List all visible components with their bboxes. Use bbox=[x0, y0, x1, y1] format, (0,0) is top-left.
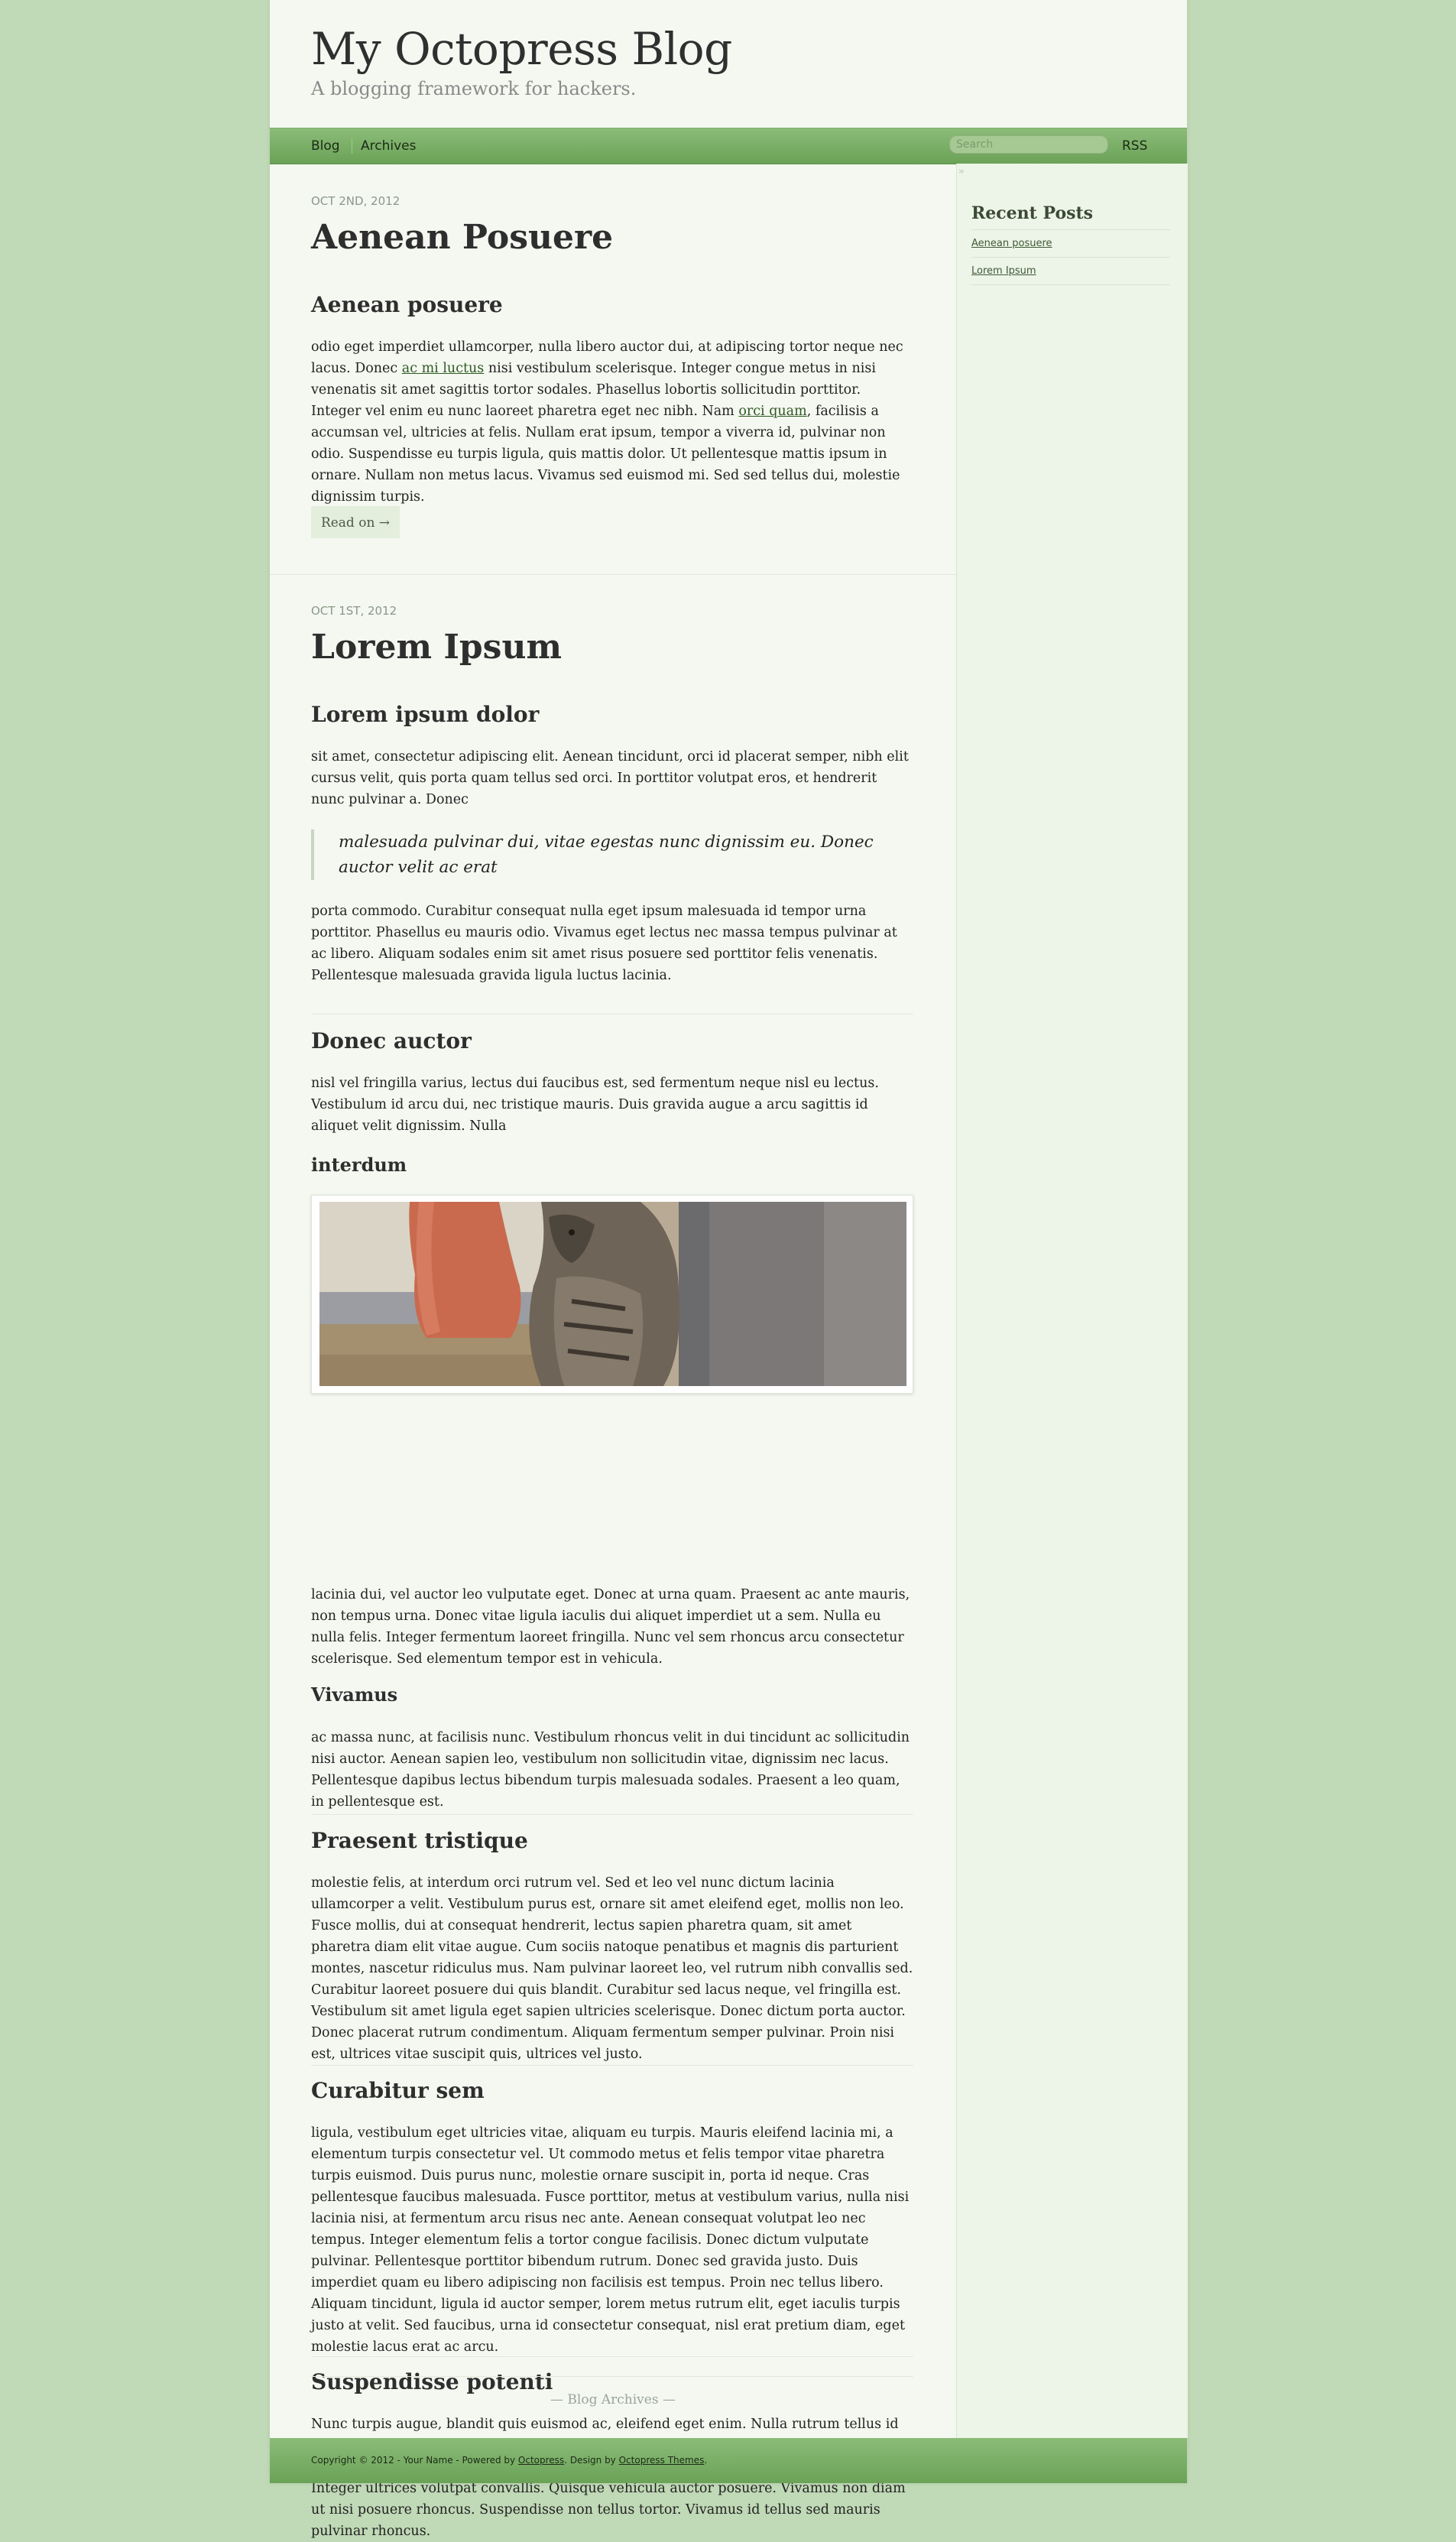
recent-post-item: Lorem Ipsum bbox=[971, 257, 1170, 285]
paragraph: porta commodo. Curabitur consequat nulla… bbox=[311, 904, 897, 983]
section-divider bbox=[311, 1814, 913, 1815]
recent-post-link[interactable]: Aenean posuere bbox=[971, 238, 1052, 249]
subsection-heading: Vivamus bbox=[311, 1683, 398, 1706]
section-heading: Praesent tristique bbox=[311, 1828, 528, 1853]
image-frame bbox=[311, 1195, 913, 1394]
paragraph: ac massa nunc, at facilisis nunc. Vestib… bbox=[311, 1730, 910, 1810]
nav-link-blog[interactable]: Blog bbox=[311, 138, 352, 154]
archives-divider bbox=[311, 2376, 913, 2377]
section-divider bbox=[311, 2356, 913, 2357]
inline-link-ac-mi-luctus[interactable]: ac mi luctus bbox=[402, 361, 485, 376]
rss-link[interactable]: RSS bbox=[1122, 138, 1147, 154]
octopress-link[interactable]: Octopress bbox=[518, 2455, 564, 2466]
recent-posts-heading: Recent Posts bbox=[971, 203, 1094, 223]
search-input[interactable] bbox=[949, 135, 1108, 154]
paragraph: nisl vel fringilla varius, lectus dui fa… bbox=[311, 1076, 879, 1134]
recent-post-link[interactable]: Lorem Ipsum bbox=[971, 265, 1036, 277]
footer-text: Copyright © 2012 - Your Name - Powered b… bbox=[311, 2455, 708, 2466]
section-heading: Lorem ipsum dolor bbox=[311, 702, 540, 727]
octopress-themes-link[interactable]: Octopress Themes bbox=[619, 2455, 705, 2466]
cat-photo bbox=[319, 1202, 906, 1386]
post-title[interactable]: Lorem Ipsum bbox=[311, 628, 562, 667]
blockquote: malesuada pulvinar dui, vitae egestas nu… bbox=[311, 829, 919, 880]
section-divider bbox=[311, 2065, 913, 2066]
paragraph: molestie felis, at interdum orci rutrum … bbox=[311, 1875, 913, 2062]
recent-posts-list: Aenean posuere Lorem Ipsum bbox=[971, 229, 1170, 285]
section-heading: Curabitur sem bbox=[311, 2078, 485, 2103]
site-title[interactable]: My Octopress Blog bbox=[311, 23, 732, 75]
blog-archives-link[interactable]: — Blog Archives — bbox=[270, 2392, 956, 2407]
nav-link-archives[interactable]: Archives bbox=[361, 138, 416, 154]
post-excerpt: odio eget imperdiet ullamcorper, nulla l… bbox=[311, 339, 903, 505]
section-heading: Aenean posuere bbox=[311, 292, 503, 317]
main-content: Oct 2nd, 2012 Aenean Posuere Aenean posu… bbox=[270, 164, 956, 2539]
sidebar: » Recent Posts Aenean posuere Lorem Ipsu… bbox=[956, 164, 1188, 2438]
cat-photo-drawing bbox=[319, 1202, 906, 1386]
post-date: Oct 1st, 2012 bbox=[311, 604, 397, 618]
paragraph: sit amet, consectetur adipiscing elit. A… bbox=[311, 749, 909, 807]
read-on-button[interactable]: Read on → bbox=[311, 506, 400, 538]
section-heading: Suspendisse potenti bbox=[311, 2369, 553, 2394]
post-date: Oct 2nd, 2012 bbox=[311, 194, 400, 208]
section-divider bbox=[311, 1014, 913, 1015]
subsection-heading: interdum bbox=[311, 1154, 407, 1176]
post-lorem-ipsum: Oct 1st, 2012 Lorem Ipsum Lorem ipsum do… bbox=[270, 575, 956, 2539]
recent-post-item: Aenean posuere bbox=[971, 229, 1170, 257]
site-footer: Copyright © 2012 - Your Name - Powered b… bbox=[270, 2438, 1187, 2483]
inline-link-orci-quam[interactable]: orci quam bbox=[738, 404, 806, 419]
collapse-sidebar-icon[interactable]: » bbox=[958, 166, 971, 178]
post-aenean-posuere: Oct 2nd, 2012 Aenean Posuere Aenean posu… bbox=[270, 164, 956, 575]
section-heading: Donec auctor bbox=[311, 1028, 472, 1053]
page-container: My Octopress Blog A blogging framework f… bbox=[270, 0, 1188, 2539]
post-title[interactable]: Aenean Posuere bbox=[311, 218, 613, 257]
site-subtitle: A blogging framework for hackers. bbox=[311, 78, 637, 99]
site-header: My Octopress Blog A blogging framework f… bbox=[270, 0, 1187, 128]
paragraph: lacinia dui, vel auctor leo vulputate eg… bbox=[311, 1587, 910, 1667]
main-navigation: Blog Archives RSS bbox=[270, 128, 1187, 164]
paragraph: ligula, vestibulum eget ultricies vitae,… bbox=[311, 2125, 910, 2355]
